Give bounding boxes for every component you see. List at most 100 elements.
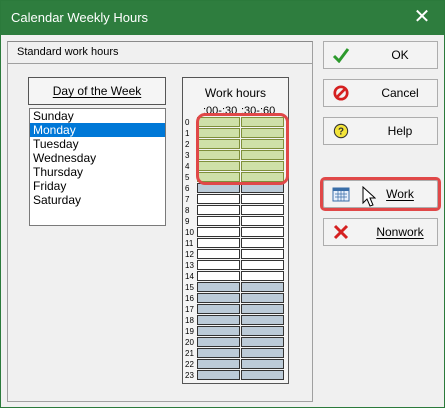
hour-cell-first-half[interactable] <box>197 249 240 259</box>
hour-label: 8 <box>185 206 190 215</box>
hour-row: 5 <box>183 172 288 183</box>
day-of-week-item[interactable]: Sunday <box>30 109 165 123</box>
hour-row: 4 <box>183 161 288 172</box>
hour-label: 15 <box>185 283 194 292</box>
hour-cell-second-half[interactable] <box>241 359 284 369</box>
hour-row: 16 <box>183 293 288 304</box>
hour-cell-second-half[interactable] <box>241 139 284 149</box>
hour-cell-first-half[interactable] <box>197 348 240 358</box>
hour-label: 6 <box>185 184 190 193</box>
day-of-week-item[interactable]: Friday <box>30 179 165 193</box>
help-label: Help <box>387 124 413 138</box>
hour-cell-second-half[interactable] <box>241 326 284 336</box>
hour-cell-second-half[interactable] <box>241 282 284 292</box>
nonwork-label-text: Nonwork <box>376 225 424 239</box>
hour-row: 8 <box>183 205 288 216</box>
work-label: Work <box>364 181 436 207</box>
hour-cell-first-half[interactable] <box>197 359 240 369</box>
hour-row: 10 <box>183 227 288 238</box>
hour-cell-first-half[interactable] <box>197 139 240 149</box>
hour-row: 1 <box>183 128 288 139</box>
hour-cell-second-half[interactable] <box>241 293 284 303</box>
hour-cell-second-half[interactable] <box>241 238 284 248</box>
hour-cell-first-half[interactable] <box>197 260 240 270</box>
hour-cell-second-half[interactable] <box>241 227 284 237</box>
window-title: Calendar Weekly Hours <box>11 10 149 25</box>
cancel-button[interactable]: Cancel <box>323 79 438 107</box>
group-title: Standard work hours <box>17 46 119 58</box>
hour-cell-first-half[interactable] <box>197 337 240 347</box>
hour-label: 0 <box>185 118 190 127</box>
hour-label: 5 <box>185 173 190 182</box>
hour-cell-second-half[interactable] <box>241 348 284 358</box>
hour-label: 9 <box>185 217 190 226</box>
hour-cell-second-half[interactable] <box>241 117 284 127</box>
hour-cell-second-half[interactable] <box>241 172 284 182</box>
hour-label: 16 <box>185 294 194 303</box>
hour-cell-first-half[interactable] <box>197 216 240 226</box>
hour-cell-first-half[interactable] <box>197 315 240 325</box>
hour-cell-first-half[interactable] <box>197 117 240 127</box>
title-bar: Calendar Weekly Hours ✕ <box>1 1 444 35</box>
svg-text:?: ? <box>338 127 344 138</box>
hour-cell-second-half[interactable] <box>241 216 284 226</box>
hour-label: 3 <box>185 151 190 160</box>
hour-cell-first-half[interactable] <box>197 172 240 182</box>
hour-cell-second-half[interactable] <box>241 128 284 138</box>
help-button[interactable]: ? Help <box>323 117 438 145</box>
hour-cell-first-half[interactable] <box>197 183 240 193</box>
hour-cell-second-half[interactable] <box>241 304 284 314</box>
hour-cell-second-half[interactable] <box>241 150 284 160</box>
hour-row: 22 <box>183 359 288 370</box>
close-icon[interactable]: ✕ <box>400 1 444 35</box>
hour-cell-first-half[interactable] <box>197 282 240 292</box>
column-header-first-half: :00-:30 <box>203 105 238 117</box>
day-of-week-item[interactable]: Saturday <box>30 193 165 207</box>
hour-label: 11 <box>185 239 194 248</box>
hour-label: 2 <box>185 140 190 149</box>
hour-cell-first-half[interactable] <box>197 194 240 204</box>
day-of-week-item[interactable]: Tuesday <box>30 137 165 151</box>
day-of-week-list[interactable]: Sunday Monday Tuesday Wednesday Thursday Frid… <box>29 108 166 226</box>
nonwork-button[interactable]: Nonwork <box>323 218 438 246</box>
hour-cell-second-half[interactable] <box>241 194 284 204</box>
day-of-week-item[interactable]: Thursday <box>30 165 165 179</box>
day-of-week-item[interactable]: Wednesday <box>30 151 165 165</box>
hour-cell-first-half[interactable] <box>197 293 240 303</box>
hour-cell-second-half[interactable] <box>241 370 284 380</box>
hour-label: 23 <box>185 371 194 380</box>
hour-row: 12 <box>183 249 288 260</box>
hour-label: 22 <box>185 360 194 369</box>
hour-cell-first-half[interactable] <box>197 271 240 281</box>
work-hours-grid: 0 1 2 3 4 5 6 7 8 9 10 11 12 13 14 15 16 17 18 19 20 21 22 23 <box>183 117 288 381</box>
help-icon: ? <box>333 123 349 139</box>
hour-cell-second-half[interactable] <box>241 271 284 281</box>
hour-label: 18 <box>185 316 194 325</box>
hour-cell-first-half[interactable] <box>197 238 240 248</box>
hour-label: 10 <box>185 228 194 237</box>
hour-cell-second-half[interactable] <box>241 183 284 193</box>
hour-row: 17 <box>183 304 288 315</box>
ok-button[interactable]: OK <box>323 41 438 69</box>
hour-cell-second-half[interactable] <box>241 249 284 259</box>
hour-label: 21 <box>185 349 194 358</box>
hour-cell-first-half[interactable] <box>197 304 240 314</box>
hour-label: 7 <box>185 195 190 204</box>
hour-cell-first-half[interactable] <box>197 370 240 380</box>
hour-row: 3 <box>183 150 288 161</box>
hour-cell-second-half[interactable] <box>241 161 284 171</box>
hour-cell-first-half[interactable] <box>197 205 240 215</box>
work-button[interactable]: Work <box>320 177 441 211</box>
hour-cell-second-half[interactable] <box>241 205 284 215</box>
hour-cell-first-half[interactable] <box>197 161 240 171</box>
hour-cell-first-half[interactable] <box>197 150 240 160</box>
hour-cell-second-half[interactable] <box>241 260 284 270</box>
hour-cell-second-half[interactable] <box>241 315 284 325</box>
hour-cell-second-half[interactable] <box>241 337 284 347</box>
hour-cell-first-half[interactable] <box>197 326 240 336</box>
hour-cell-first-half[interactable] <box>197 227 240 237</box>
day-of-week-item[interactable]: Monday <box>30 123 165 137</box>
calendar-icon <box>332 187 350 202</box>
hour-cell-first-half[interactable] <box>197 128 240 138</box>
hour-label: 1 <box>185 129 190 138</box>
